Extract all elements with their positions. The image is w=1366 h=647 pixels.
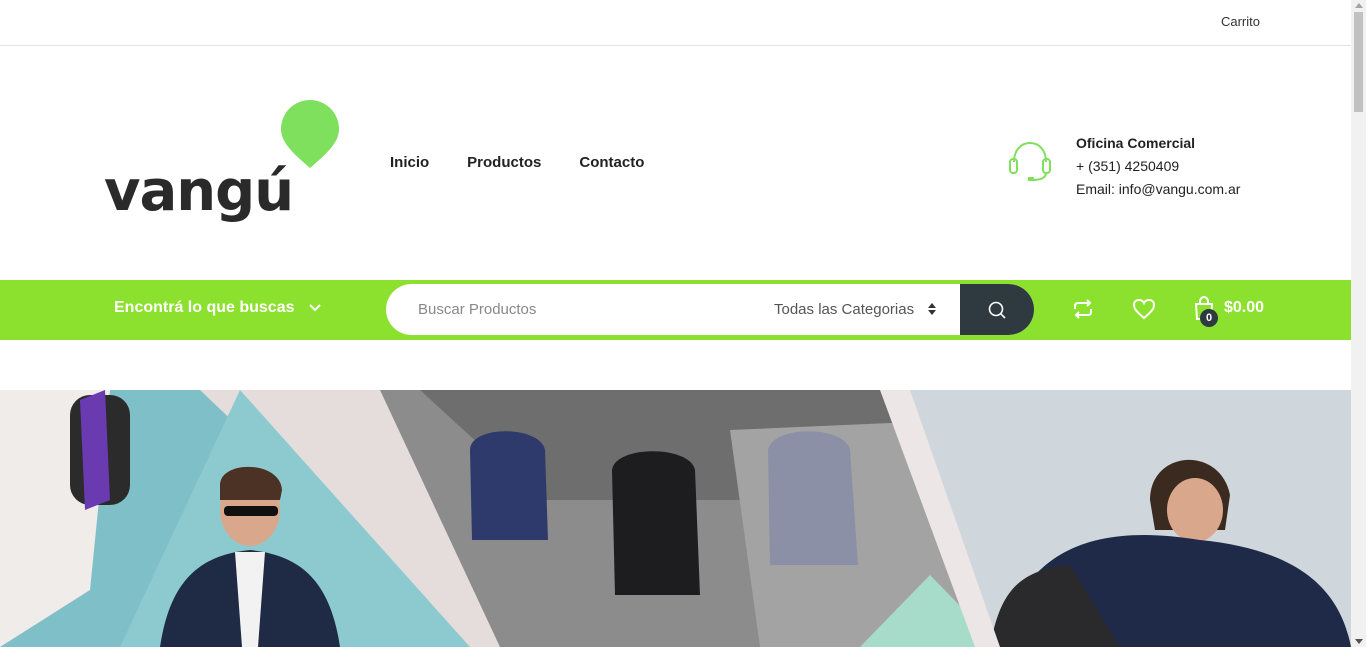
office-contact: Oficina Comercial + (351) 4250409 Email:…	[1076, 132, 1240, 201]
category-select-value: Todas las Categorias	[774, 301, 915, 318]
brand-logo[interactable]: vangú	[104, 98, 344, 230]
cart-total: $0.00	[1224, 299, 1265, 316]
page-scrollbar[interactable]	[1351, 0, 1366, 647]
chevron-down-icon	[309, 304, 322, 312]
cart-button[interactable]: 0 $0.00	[1194, 296, 1265, 327]
compare-button[interactable]	[1071, 298, 1095, 325]
office-title: Oficina Comercial	[1076, 135, 1196, 151]
wishlist-button[interactable]	[1132, 298, 1156, 325]
heart-icon	[1132, 298, 1156, 320]
top-cart-link[interactable]: Carrito	[1221, 14, 1260, 29]
scroll-up-arrow-icon[interactable]	[1355, 3, 1363, 8]
search-button[interactable]	[960, 284, 1034, 335]
category-select[interactable]: Todas las Categorias	[772, 284, 958, 335]
select-arrows-icon	[928, 303, 936, 315]
nav-item-inicio[interactable]: Inicio	[390, 154, 429, 171]
office-email: Email: info@vangu.com.ar	[1076, 181, 1241, 197]
search-box: Todas las Categorias	[386, 284, 1034, 335]
search-icon	[988, 301, 1006, 319]
hero-banner[interactable]	[0, 390, 1351, 647]
search-bar: Encontrá lo que buscas Todas las Categor…	[0, 280, 1351, 340]
brand-logo-text: vangú	[104, 159, 293, 224]
nav-item-contacto[interactable]: Contacto	[579, 154, 644, 171]
site-header: vangú Inicio Productos Contacto Oficina …	[0, 46, 1351, 280]
scrollbar-thumb[interactable]	[1354, 12, 1363, 112]
category-toggle[interactable]: Encontrá lo que buscas	[114, 299, 322, 317]
scroll-down-arrow-icon[interactable]	[1355, 639, 1363, 644]
compare-icon	[1074, 299, 1092, 319]
headset-icon	[1008, 140, 1052, 182]
nav-item-productos[interactable]: Productos	[467, 154, 541, 171]
hero-banner-image	[0, 390, 1351, 647]
cart-count-badge: 0	[1200, 309, 1218, 327]
main-nav: Inicio Productos Contacto	[390, 154, 644, 171]
search-input[interactable]	[386, 284, 758, 335]
category-toggle-label: Encontrá lo que buscas	[114, 299, 295, 316]
top-bar: Carrito	[0, 0, 1351, 46]
logo-graphic: vangú	[104, 100, 339, 224]
page: Carrito vangú Inicio Productos Contacto	[0, 0, 1366, 647]
office-phone: + (351) 4250409	[1076, 158, 1180, 174]
